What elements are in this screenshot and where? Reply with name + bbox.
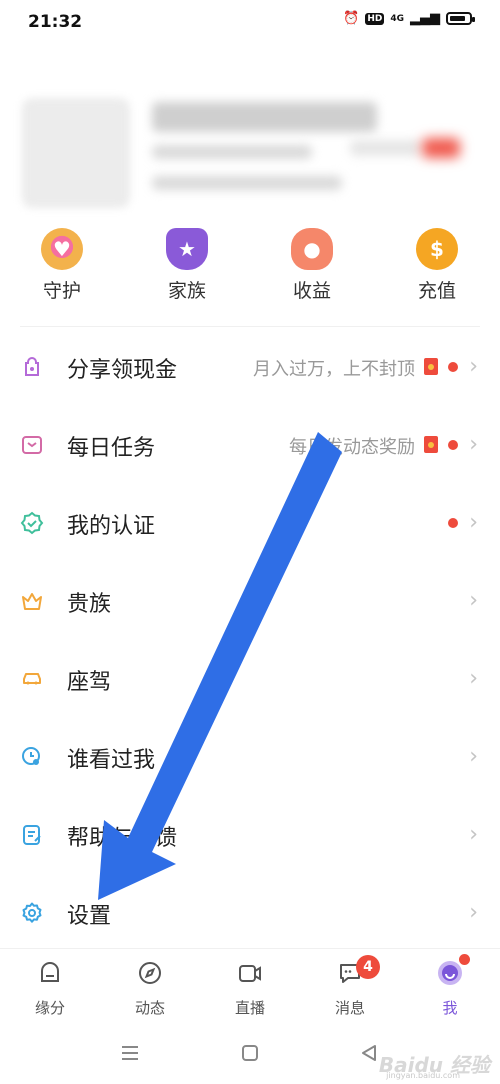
feedback-icon xyxy=(23,825,41,845)
quick-action-guard[interactable]: ♥ 守护 xyxy=(17,228,107,303)
chevron-right-icon: › xyxy=(469,354,478,379)
battery-icon xyxy=(446,12,475,25)
user-id-blurred xyxy=(152,145,312,159)
quick-action-recharge[interactable]: $ 充值 xyxy=(392,228,482,303)
menu-row-nobility[interactable]: 贵族 › xyxy=(0,562,500,640)
menu-row-daily-task[interactable]: 每日任务 每日发动态奖励 › xyxy=(0,406,500,484)
chevron-right-icon: › xyxy=(469,744,478,769)
quick-actions: ♥ 守护 ★ 家族 ● 收益 $ 充值 xyxy=(0,228,500,318)
tab-label: 消息 xyxy=(334,999,365,1017)
me-notification-dot xyxy=(459,954,470,965)
menu-lines-icon[interactable] xyxy=(120,1044,140,1062)
menu-row-verification[interactable]: 我的认证 › xyxy=(0,484,500,562)
red-packet-icon xyxy=(424,436,438,453)
chevron-right-icon: › xyxy=(469,588,478,613)
hd-icon: HD xyxy=(365,12,385,25)
message-badge: 4 xyxy=(356,955,380,979)
tab-label: 缘分 xyxy=(34,999,65,1017)
fate-icon xyxy=(41,962,59,982)
settings-gear-icon xyxy=(22,902,42,923)
quick-action-label: 守护 xyxy=(42,280,81,302)
bottom-tab-bar: 缘分 动态 直播 消息 我 xyxy=(0,948,500,1025)
quick-action-earnings[interactable]: ● 收益 xyxy=(267,228,357,303)
guard-heart-icon: ♥ xyxy=(41,228,83,270)
menu-label: 贵族 xyxy=(67,592,112,617)
chevron-right-icon: › xyxy=(469,510,478,535)
chevron-right-icon: › xyxy=(469,432,478,457)
piggy-bank-icon: ● xyxy=(291,228,333,270)
daily-task-icon xyxy=(22,436,42,454)
home-square-icon[interactable] xyxy=(241,1044,259,1062)
verification-icon xyxy=(20,511,44,535)
menu-label: 设置 xyxy=(67,904,112,929)
notification-dot xyxy=(448,518,458,528)
car-icon xyxy=(23,673,41,685)
menu-hint: 月入过万，上不封顶 xyxy=(253,359,415,380)
menu-row-settings[interactable]: 设置 › xyxy=(0,874,500,952)
profile-red-badge-blurred xyxy=(422,138,460,158)
avatar[interactable] xyxy=(22,98,130,208)
compass-icon xyxy=(139,962,161,984)
back-triangle-icon[interactable] xyxy=(360,1044,378,1062)
family-shield-icon: ★ xyxy=(166,228,208,270)
notification-dot xyxy=(448,362,458,372)
nickname-blurred xyxy=(152,102,377,132)
share-cash-icon xyxy=(25,356,39,376)
profile-action-blurred[interactable] xyxy=(350,140,420,156)
menu-row-share-cash[interactable]: 分享领现金 月入过万，上不封顶 › xyxy=(0,328,500,406)
tab-messages[interactable]: 消息 xyxy=(300,959,400,1018)
notification-dot xyxy=(448,440,458,450)
menu-label: 每日任务 xyxy=(67,436,156,461)
system-nav-bar: Baidu 经验 jingyan.baidu.com xyxy=(0,1026,500,1084)
tab-label: 我 xyxy=(442,999,458,1017)
visitors-icon xyxy=(22,747,40,765)
tab-me[interactable]: 我 xyxy=(400,959,500,1018)
status-time: 21:32 xyxy=(28,12,83,32)
tab-moments[interactable]: 动态 xyxy=(100,959,200,1018)
menu-label: 我的认证 xyxy=(67,514,156,539)
signal-bars-icon: ▂▄▆ xyxy=(410,11,440,26)
quick-action-label: 收益 xyxy=(292,280,331,302)
coin-dollar-icon: $ xyxy=(416,228,458,270)
tab-label: 动态 xyxy=(134,999,165,1017)
live-video-icon xyxy=(239,965,261,982)
menu-label: 谁看过我 xyxy=(67,748,156,773)
menu-hint: 每日发动态奖励 xyxy=(289,437,415,458)
stats-blurred xyxy=(152,176,342,190)
quick-action-label: 充值 xyxy=(417,280,456,302)
menu-label: 座驾 xyxy=(67,670,112,695)
crown-icon xyxy=(22,593,42,610)
watermark-url: jingyan.baidu.com xyxy=(386,1071,460,1080)
network-signal-icon: 4G xyxy=(390,13,404,24)
menu-row-help-feedback[interactable]: 帮助与反馈 › xyxy=(0,796,500,874)
tab-live[interactable]: 直播 xyxy=(200,959,300,1018)
chevron-right-icon: › xyxy=(469,666,478,691)
menu-row-car[interactable]: 座驾 › xyxy=(0,640,500,718)
menu-label: 帮助与反馈 xyxy=(67,826,178,851)
menu-label: 分享领现金 xyxy=(67,358,178,383)
profile-header[interactable] xyxy=(0,80,500,220)
alarm-icon: ⏰ xyxy=(343,11,360,26)
quick-action-family[interactable]: ★ 家族 xyxy=(142,228,232,303)
tab-fate[interactable]: 缘分 xyxy=(0,959,100,1018)
menu-row-visitors[interactable]: 谁看过我 › xyxy=(0,718,500,796)
tab-label: 直播 xyxy=(234,999,265,1017)
chevron-right-icon: › xyxy=(469,900,478,925)
red-packet-icon xyxy=(424,358,438,375)
status-bar: 21:32 ⏰ HD 4G ▂▄▆ xyxy=(0,0,500,44)
divider xyxy=(20,326,480,327)
chevron-right-icon: › xyxy=(469,822,478,847)
status-icons: ⏰ HD 4G ▂▄▆ xyxy=(343,11,475,26)
quick-action-label: 家族 xyxy=(167,280,206,302)
